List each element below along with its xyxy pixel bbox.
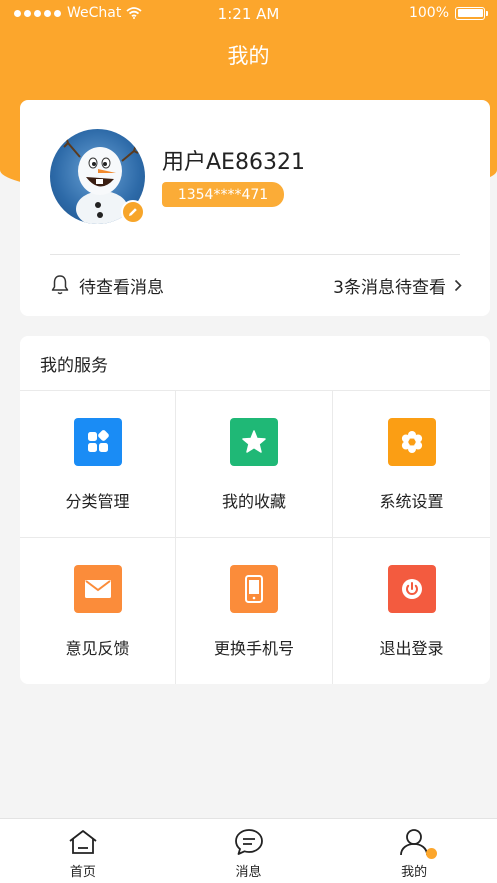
- profile-card: 用户AE86321 1354****471 待查看消息 3条消息待查看: [20, 100, 490, 316]
- pending-messages-row[interactable]: 待查看消息 3条消息待查看: [50, 270, 462, 300]
- services-title: 我的服务: [40, 356, 108, 376]
- service-feedback[interactable]: 意见反馈: [20, 538, 176, 684]
- phone-icon: [230, 565, 278, 613]
- page-title: 我的: [227, 44, 270, 68]
- tab-label: 我的: [401, 865, 428, 880]
- user-icon: [399, 827, 438, 859]
- services-card: 我的服务 分类管理 我的收藏 系统设置 意见反馈 更换手机号 退出登录: [20, 336, 490, 684]
- username: 用户AE86321: [162, 150, 305, 175]
- chevron-right-icon: [454, 279, 462, 291]
- category-icon: [73, 418, 122, 466]
- service-change-phone[interactable]: 更换手机号: [176, 538, 333, 684]
- edit-avatar-button[interactable]: [121, 200, 145, 224]
- service-label: 更换手机号: [213, 639, 294, 658]
- service-label: 退出登录: [379, 639, 444, 658]
- pending-messages-count: 3条消息待查看: [333, 277, 446, 298]
- power-icon: [387, 565, 436, 613]
- phone-number-badge: 1354****471: [162, 182, 284, 207]
- status-right: 100%: [408, 5, 488, 21]
- home-icon: [68, 827, 98, 857]
- mail-icon: [73, 565, 122, 613]
- pending-messages-label: 待查看消息: [79, 277, 164, 298]
- message-icon: [234, 827, 264, 857]
- service-label: 分类管理: [65, 492, 130, 511]
- battery-icon: [455, 6, 488, 20]
- notification-dot: [426, 848, 438, 859]
- service-label: 系统设置: [379, 492, 444, 511]
- bell-icon: [51, 275, 69, 295]
- pending-messages-right: 3条消息待查看: [333, 273, 462, 298]
- divider: [50, 254, 460, 255]
- pending-messages-left: 待查看消息: [50, 273, 164, 298]
- tab-label: 首页: [69, 865, 96, 880]
- service-label: 意见反馈: [65, 639, 130, 658]
- tab-bar: 首页 消息 我的: [0, 818, 497, 883]
- tab-mine[interactable]: 我的: [331, 819, 497, 883]
- service-logout[interactable]: 退出登录: [333, 538, 490, 684]
- tab-messages[interactable]: 消息: [166, 819, 332, 883]
- gear-icon: [387, 418, 436, 466]
- service-system-settings[interactable]: 系统设置: [333, 391, 490, 538]
- battery-percent: 100%: [408, 5, 449, 21]
- service-favorites[interactable]: 我的收藏: [176, 391, 333, 538]
- services-grid: 分类管理 我的收藏 系统设置 意见反馈 更换手机号 退出登录: [20, 390, 490, 684]
- star-icon: [230, 418, 278, 466]
- service-category-management[interactable]: 分类管理: [20, 391, 176, 538]
- tab-home[interactable]: 首页: [0, 819, 166, 883]
- service-label: 我的收藏: [221, 492, 286, 511]
- status-bar: WeChat 1:21 AM 100%: [0, 0, 497, 28]
- tab-label: 消息: [235, 865, 262, 880]
- pencil-icon: [129, 208, 137, 216]
